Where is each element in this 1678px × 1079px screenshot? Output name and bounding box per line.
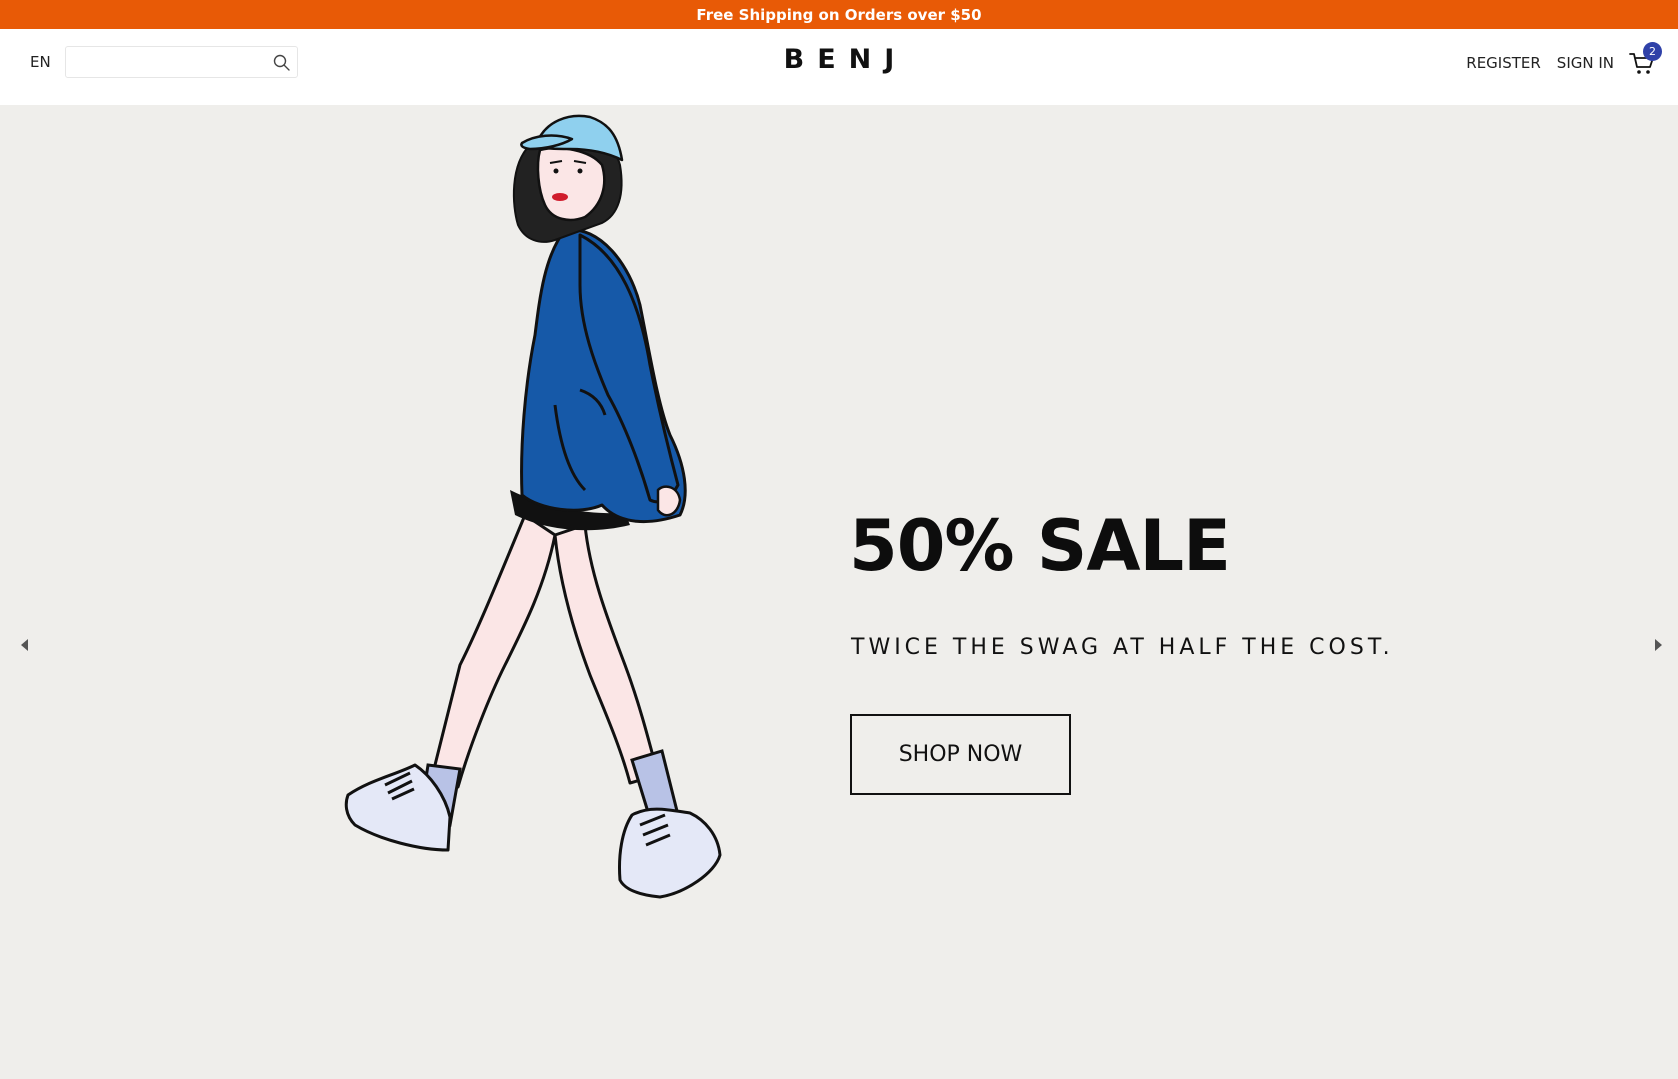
chevron-right-icon[interactable] <box>1652 636 1666 654</box>
announcement-bar: Free Shipping on Orders over $50 <box>0 0 1678 29</box>
header: EN BENJ REGISTER SIGN IN 2 <box>0 29 1678 105</box>
shop-now-button[interactable]: SHOP NOW <box>850 714 1071 795</box>
hero-headline: 50% SALE <box>849 505 1231 587</box>
cart-button[interactable]: 2 <box>1628 42 1662 77</box>
hero-tagline: TWICE THE SWAG AT HALF THE COST. <box>851 635 1394 660</box>
chevron-left-icon[interactable] <box>17 636 31 654</box>
register-link[interactable]: REGISTER <box>1466 54 1541 72</box>
announcement-text: Free Shipping on Orders over $50 <box>696 5 982 24</box>
hero-banner: 50% SALE TWICE THE SWAG AT HALF THE COST… <box>0 105 1678 1079</box>
sign-in-link[interactable]: SIGN IN <box>1557 54 1614 72</box>
cart-count-badge: 2 <box>1643 42 1662 61</box>
account-nav: REGISTER SIGN IN 2 <box>1450 42 1662 77</box>
site-logo[interactable]: BENJ <box>0 44 1678 75</box>
hero-illustration <box>344 114 722 899</box>
